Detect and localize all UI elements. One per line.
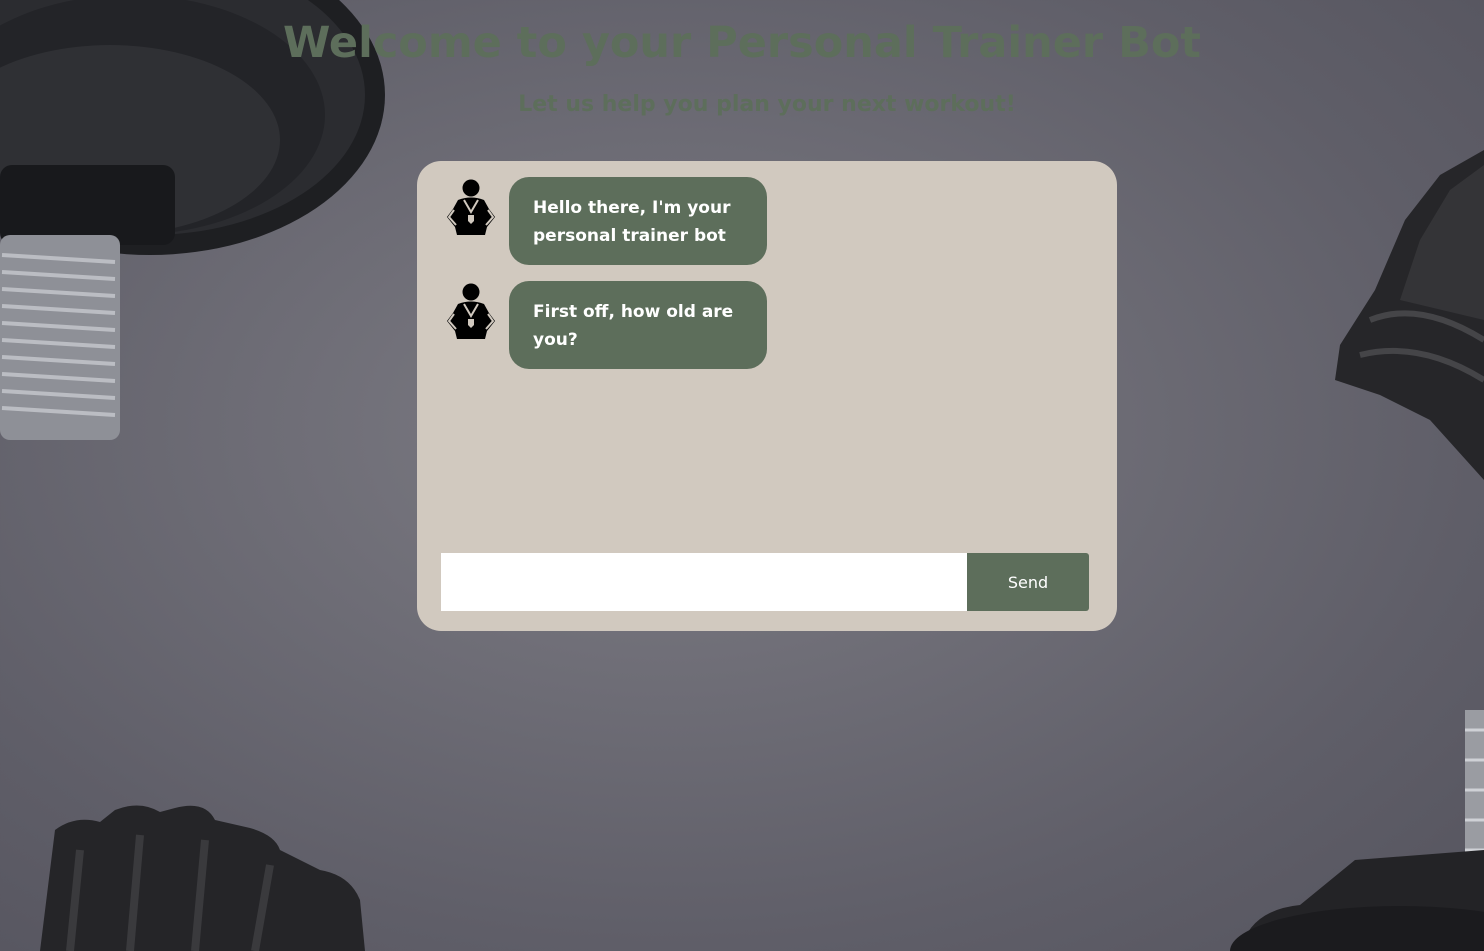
trainer-bot-icon (447, 283, 495, 339)
glove-right (1335, 150, 1484, 480)
page-title: Welcome to your Personal Trainer Bot (283, 18, 1201, 68)
message-input[interactable] (441, 553, 967, 611)
trainer-bot-icon (447, 179, 495, 235)
bot-message-bubble: Hello there, I'm your personal trainer b… (509, 177, 767, 265)
page-subtitle: Let us help you plan your next workout! (518, 92, 1016, 117)
chat-panel: Hello there, I'm your personal trainer b… (417, 161, 1117, 631)
bot-message-bubble: First off, how old are you? (509, 281, 767, 369)
dumbbell-bottom-right (1230, 710, 1484, 951)
send-button[interactable]: Send (967, 553, 1089, 611)
glove-bottom-left (40, 805, 365, 951)
